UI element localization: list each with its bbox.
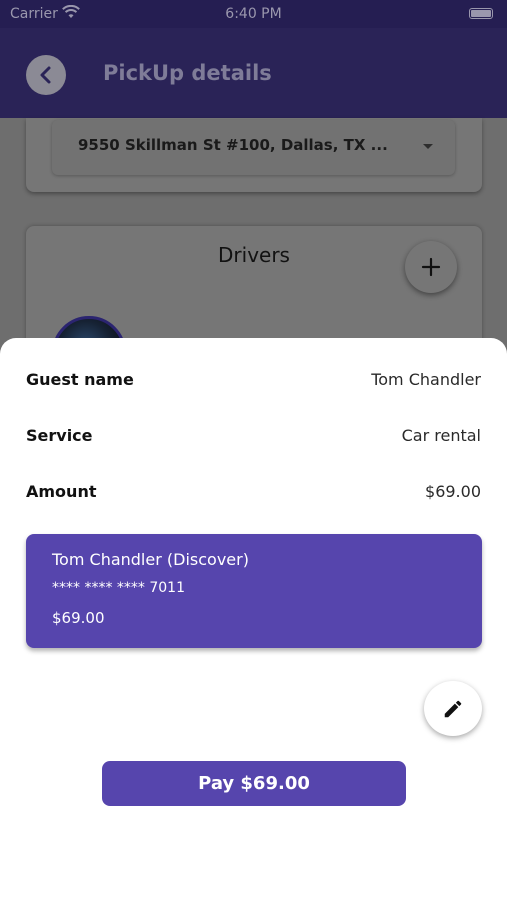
pickup-content: 9550 Skillman St #100, Dallas, TX ... Dr… <box>0 118 507 390</box>
service-label: Service <box>26 426 93 445</box>
service-value: Car rental <box>401 426 481 445</box>
status-bar: Carrier 6:40 PM <box>0 0 507 28</box>
plus-icon <box>421 257 441 277</box>
pencil-icon <box>444 700 462 717</box>
app-bar: PickUp details <box>0 28 507 118</box>
card-holder: Tom Chandler (Discover) <box>52 550 249 569</box>
pay-button[interactable]: Pay $69.00 <box>102 761 406 806</box>
back-button[interactable] <box>26 55 66 95</box>
amount-row: Amount $69.00 <box>26 482 481 506</box>
guest-name-row: Guest name Tom Chandler <box>26 370 481 394</box>
location-value: 9550 Skillman St #100, Dallas, TX ... <box>78 136 388 154</box>
guest-name-value: Tom Chandler <box>371 370 481 389</box>
amount-value: $69.00 <box>425 482 481 501</box>
payment-sheet: Guest name Tom Chandler Service Car rent… <box>0 338 507 900</box>
service-row: Service Car rental <box>26 426 481 450</box>
add-driver-button[interactable] <box>405 241 457 293</box>
payment-card[interactable]: Tom Chandler (Discover) **** **** **** 7… <box>26 534 482 648</box>
location-card: 9550 Skillman St #100, Dallas, TX ... <box>26 118 482 192</box>
location-dropdown[interactable]: 9550 Skillman St #100, Dallas, TX ... <box>52 120 455 175</box>
chevron-left-icon <box>40 66 51 84</box>
card-amount: $69.00 <box>52 609 105 627</box>
card-number: **** **** **** 7011 <box>52 580 185 596</box>
amount-label: Amount <box>26 482 97 501</box>
edit-payment-button[interactable] <box>424 681 482 736</box>
guest-name-label: Guest name <box>26 370 134 389</box>
battery-icon <box>469 8 493 19</box>
dropdown-caret-icon <box>423 144 433 149</box>
page-title: PickUp details <box>103 61 272 85</box>
status-time: 6:40 PM <box>225 6 282 22</box>
